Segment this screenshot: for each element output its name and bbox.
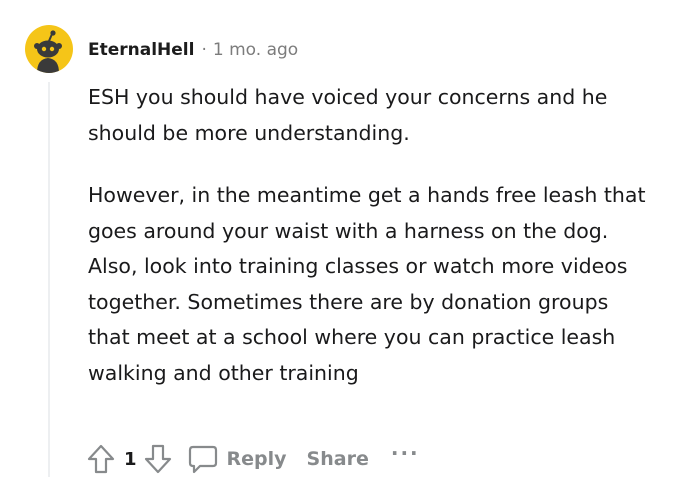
avatar[interactable] [25,25,73,73]
downvote-arrow-icon [144,444,171,474]
comment-header: EternalHell · 1 mo. ago [88,36,298,64]
more-options-button[interactable]: ··· [391,441,420,465]
comment-paragraph: However, in the meantime get a hands fre… [88,183,646,385]
downvote-button[interactable] [143,443,173,475]
comment-body: ESH you should have voiced your concerns… [88,80,648,391]
comment-timestamp[interactable]: 1 mo. ago [213,40,298,60]
author-username[interactable]: EternalHell [88,40,194,60]
snoo-avatar-icon [34,30,62,73]
upvote-arrow-icon [87,444,115,474]
meta-separator: · [201,40,207,60]
vote-count: 1 [124,448,137,470]
reply-label: Reply [226,448,287,470]
upvote-button[interactable] [86,443,116,475]
comment-bubble-icon [188,445,217,474]
reply-button[interactable]: Reply [187,443,287,475]
share-button[interactable]: Share [307,448,369,470]
thread-line[interactable] [48,82,50,477]
comment-paragraph: ESH you should have voiced your concerns… [88,85,608,145]
comment-actions: 1 Reply Share ··· [86,440,420,478]
